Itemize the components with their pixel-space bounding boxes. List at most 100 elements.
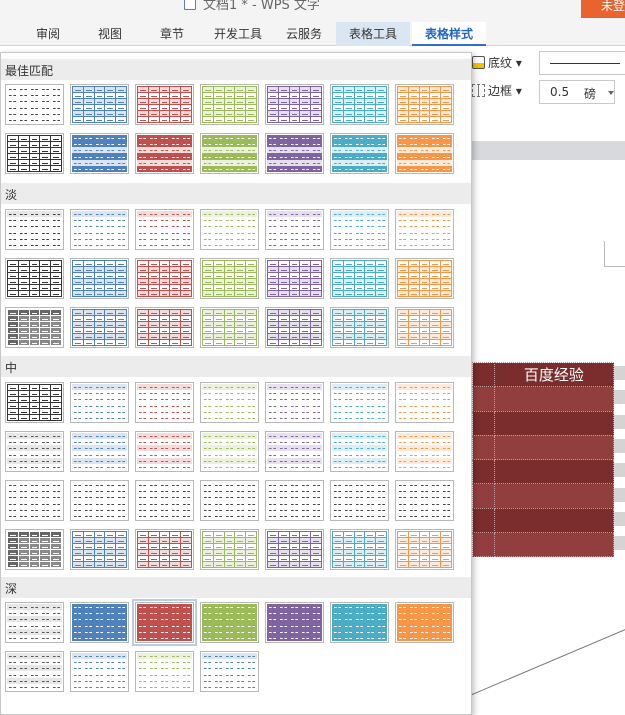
table-style-thumbnail[interactable] — [135, 307, 194, 348]
table-style-thumbnail[interactable] — [5, 431, 64, 472]
table-style-thumbnail[interactable] — [70, 529, 129, 570]
table-style-thumbnail[interactable] — [135, 480, 194, 521]
table-row[interactable] — [472, 386, 615, 412]
table-style-thumbnail[interactable] — [70, 133, 129, 174]
table-style-thumbnail[interactable] — [200, 84, 259, 125]
table-style-thumbnail[interactable] — [265, 84, 324, 125]
table-style-thumbnail[interactable] — [200, 307, 259, 348]
table-style-thumbnail[interactable] — [265, 529, 324, 570]
table-style-thumbnail[interactable] — [135, 431, 194, 472]
tab-chapter[interactable]: 章节 — [150, 22, 194, 46]
table-style-thumbnail[interactable] — [330, 602, 389, 643]
table-row[interactable] — [472, 483, 615, 509]
table-header-cell[interactable]: 百度经验 — [493, 361, 615, 388]
table-style-thumbnail[interactable] — [70, 307, 129, 348]
table-cell[interactable] — [472, 361, 495, 388]
table-style-thumbnail[interactable] — [200, 133, 259, 174]
table-style-thumbnail[interactable] — [70, 84, 129, 125]
table-style-thumbnail[interactable] — [200, 651, 259, 692]
table-style-thumbnail[interactable] — [135, 258, 194, 299]
line-weight-select[interactable]: 0.5 磅 — [539, 80, 615, 104]
table-style-thumbnail[interactable] — [5, 651, 64, 692]
table-cell[interactable] — [472, 386, 495, 412]
table-style-thumbnail[interactable] — [135, 133, 194, 174]
table-style-thumbnail[interactable] — [200, 480, 259, 521]
table-style-thumbnail[interactable] — [330, 84, 389, 125]
table-style-thumbnail[interactable] — [330, 307, 389, 348]
table-style-thumbnail[interactable] — [70, 382, 129, 423]
table-style-thumbnail[interactable] — [395, 529, 454, 570]
table-style-thumbnail[interactable] — [265, 431, 324, 472]
table-cell[interactable] — [493, 532, 615, 558]
tab-cloud-services[interactable]: 云服务 — [280, 22, 328, 46]
table-style-thumbnail[interactable] — [265, 480, 324, 521]
table-style-thumbnail[interactable] — [5, 209, 64, 250]
table-style-thumbnail[interactable] — [5, 84, 64, 125]
table-style-thumbnail[interactable] — [330, 258, 389, 299]
table-style-thumbnail[interactable] — [5, 480, 64, 521]
table-style-thumbnail[interactable] — [70, 209, 129, 250]
table-style-thumbnail[interactable] — [200, 431, 259, 472]
table-style-thumbnail[interactable] — [395, 84, 454, 125]
tab-view[interactable]: 视图 — [88, 22, 132, 46]
table-cell[interactable] — [493, 459, 615, 485]
tab-table-tools[interactable]: 表格工具 — [336, 22, 410, 46]
table-cell[interactable] — [472, 459, 495, 485]
table-style-thumbnail[interactable] — [200, 602, 259, 643]
table-style-thumbnail[interactable] — [5, 529, 64, 570]
table-style-thumbnail[interactable] — [330, 529, 389, 570]
table-cell[interactable] — [472, 410, 495, 436]
table-cell[interactable] — [493, 434, 615, 461]
table-row[interactable] — [472, 507, 615, 534]
table-style-thumbnail[interactable] — [135, 529, 194, 570]
table-style-thumbnail[interactable] — [265, 209, 324, 250]
table-cell[interactable] — [472, 507, 495, 534]
tab-developer-tools[interactable]: 开发工具 — [208, 22, 268, 46]
table-style-thumbnail[interactable] — [135, 209, 194, 250]
table-style-thumbnail[interactable] — [265, 382, 324, 423]
table-style-thumbnail[interactable] — [395, 307, 454, 348]
table-style-thumbnail[interactable] — [5, 602, 64, 643]
tab-table-styles[interactable]: 表格样式 — [412, 22, 486, 46]
table-style-thumbnail[interactable] — [70, 431, 129, 472]
table-style-thumbnail[interactable] — [5, 133, 64, 174]
table-style-thumbnail[interactable] — [265, 307, 324, 348]
table-style-thumbnail[interactable] — [395, 602, 454, 643]
table-style-thumbnail[interactable] — [330, 209, 389, 250]
table-row[interactable] — [472, 410, 615, 436]
table-cell[interactable] — [493, 507, 615, 534]
table-style-thumbnail[interactable] — [5, 382, 64, 423]
table-style-thumbnail[interactable] — [200, 258, 259, 299]
table-style-thumbnail[interactable] — [70, 480, 129, 521]
table-style-thumbnail[interactable] — [395, 480, 454, 521]
table-style-thumbnail[interactable] — [395, 209, 454, 250]
table-cell[interactable] — [472, 434, 495, 461]
table-header-row[interactable]: 百度经验 — [472, 361, 615, 388]
table-row[interactable] — [472, 459, 615, 485]
table-style-thumbnail[interactable] — [330, 480, 389, 521]
table-style-thumbnail[interactable] — [200, 382, 259, 423]
table-style-thumbnail[interactable] — [330, 382, 389, 423]
table-row[interactable] — [472, 532, 615, 558]
table-style-thumbnail[interactable] — [265, 258, 324, 299]
table-cell[interactable] — [472, 483, 495, 509]
table-style-thumbnail[interactable] — [265, 602, 324, 643]
line-style-select[interactable] — [539, 51, 625, 75]
table-cell[interactable] — [493, 483, 615, 509]
table-style-thumbnail[interactable] — [330, 133, 389, 174]
document-table[interactable]: 百度经验 — [472, 361, 615, 558]
table-style-thumbnail[interactable] — [135, 84, 194, 125]
table-style-thumbnail[interactable] — [132, 599, 197, 646]
table-cell[interactable] — [472, 532, 495, 558]
table-style-thumbnail[interactable] — [395, 382, 454, 423]
table-style-thumbnail[interactable] — [395, 431, 454, 472]
table-style-thumbnail[interactable] — [70, 602, 129, 643]
table-style-thumbnail[interactable] — [395, 133, 454, 174]
login-button[interactable]: 未登录 — [581, 0, 625, 18]
table-style-thumbnail[interactable] — [70, 258, 129, 299]
table-style-thumbnail[interactable] — [330, 431, 389, 472]
table-style-thumbnail[interactable] — [200, 529, 259, 570]
table-cell[interactable] — [493, 410, 615, 436]
table-style-thumbnail[interactable] — [265, 133, 324, 174]
table-style-thumbnail[interactable] — [395, 258, 454, 299]
